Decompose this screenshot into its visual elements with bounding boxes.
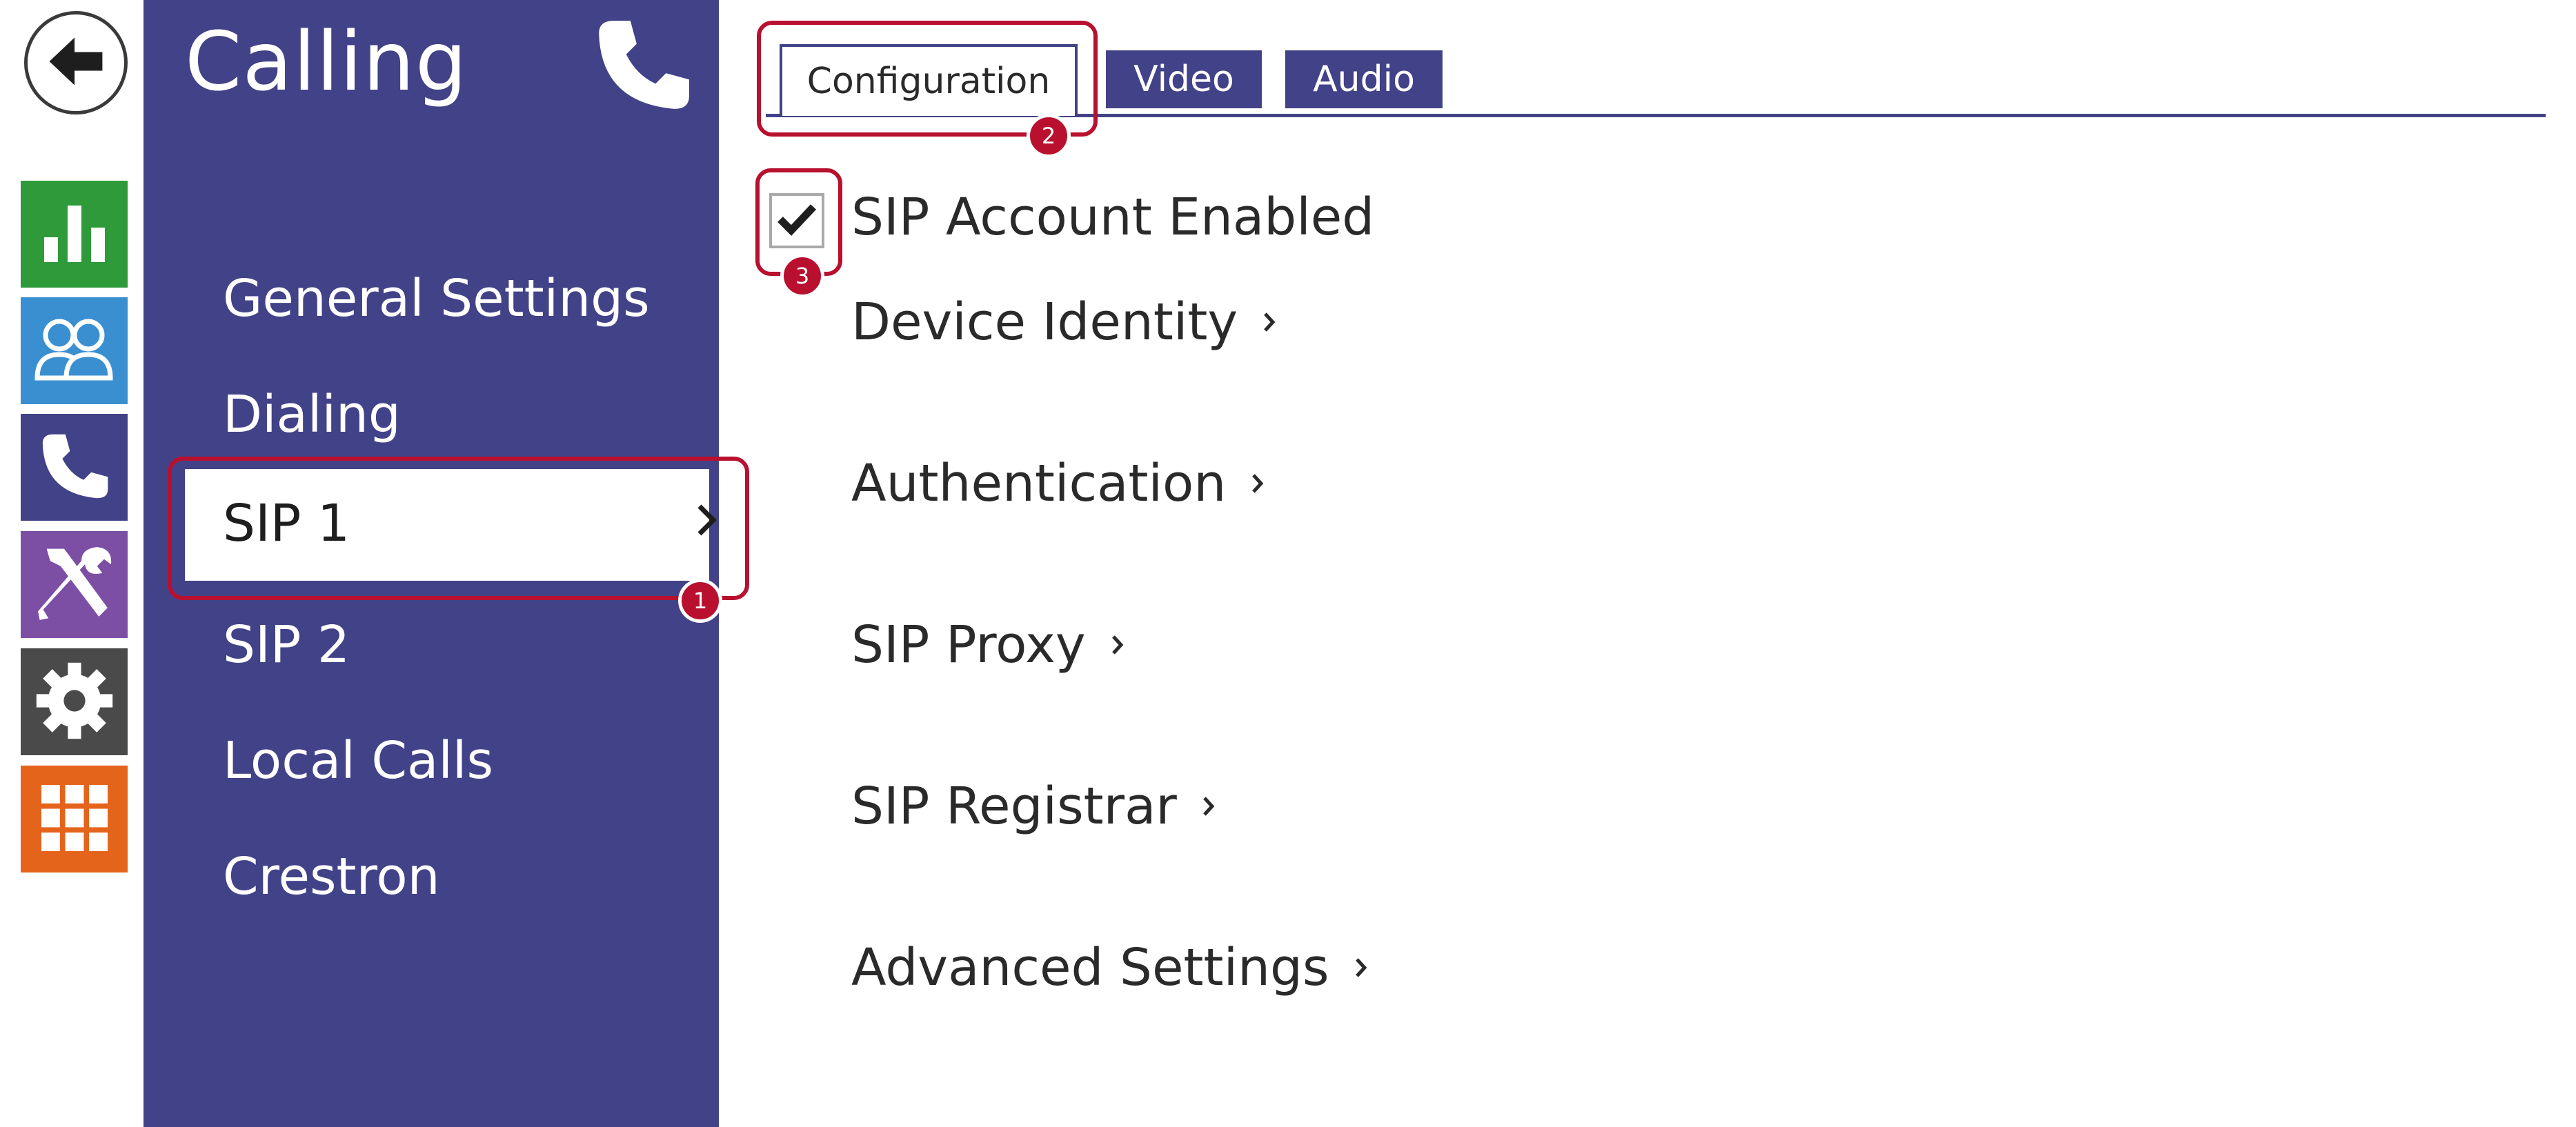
sidebar-item-label: SIP 1 bbox=[223, 494, 350, 553]
chevron-right-icon bbox=[1202, 795, 1216, 817]
bar-chart-icon bbox=[40, 199, 109, 270]
chevron-right-icon bbox=[1111, 634, 1124, 656]
section-label: SIP Registrar bbox=[851, 777, 1177, 836]
annotation-badge: 2 bbox=[1027, 114, 1071, 158]
sidebar-item-crestron[interactable]: Crestron bbox=[223, 847, 440, 906]
chevron-right-icon bbox=[1354, 957, 1368, 979]
phone-icon bbox=[591, 12, 695, 117]
chevron-right-icon bbox=[1262, 311, 1276, 333]
sip-account-enabled-label: SIP Account Enabled bbox=[851, 188, 1375, 247]
section-authentication[interactable]: Authentication bbox=[851, 454, 1265, 513]
annotation-badge: 1 bbox=[678, 579, 722, 623]
sidebar: Calling General Settings Dialing SIP 1 S… bbox=[143, 0, 719, 1127]
section-label: Advanced Settings bbox=[851, 938, 1329, 997]
rail-item-services[interactable] bbox=[21, 531, 128, 638]
sip-account-enabled-checkbox[interactable] bbox=[769, 193, 824, 248]
annotation-badge: 3 bbox=[780, 254, 824, 298]
rail-item-status[interactable] bbox=[21, 181, 128, 288]
gear-icon bbox=[33, 659, 116, 745]
section-label: Authentication bbox=[851, 454, 1227, 513]
sidebar-item-sip-1[interactable]: SIP 1 bbox=[185, 469, 717, 581]
section-advanced-settings[interactable]: Advanced Settings bbox=[851, 938, 1368, 997]
chevron-right-icon bbox=[695, 502, 719, 541]
rail-item-hardware[interactable] bbox=[21, 648, 128, 755]
section-label: Device Identity bbox=[851, 292, 1238, 352]
sidebar-item-local-calls[interactable]: Local Calls bbox=[223, 731, 493, 790]
sidebar-item-sip-2[interactable]: SIP 2 bbox=[223, 615, 350, 675]
checkmark-icon bbox=[776, 201, 818, 240]
phone-icon bbox=[37, 428, 112, 507]
tab-configuration[interactable]: Configuration bbox=[780, 44, 1078, 116]
sidebar-item-dialing[interactable]: Dialing bbox=[223, 385, 401, 444]
tools-icon bbox=[31, 540, 118, 630]
rail-item-calling[interactable] bbox=[21, 414, 128, 521]
arrow-left-icon bbox=[43, 28, 109, 97]
section-sip-proxy[interactable]: SIP Proxy bbox=[851, 615, 1124, 675]
rail-item-system[interactable] bbox=[21, 766, 128, 872]
sidebar-title: Calling bbox=[185, 14, 468, 109]
back-button[interactable] bbox=[24, 11, 128, 114]
users-icon bbox=[33, 312, 116, 390]
tab-audio[interactable]: Audio bbox=[1285, 50, 1443, 108]
rail-item-directory[interactable] bbox=[21, 297, 128, 404]
section-sip-registrar[interactable]: SIP Registrar bbox=[851, 777, 1216, 836]
tab-video[interactable]: Video bbox=[1106, 50, 1262, 108]
section-label: SIP Proxy bbox=[851, 615, 1086, 675]
chevron-right-icon bbox=[1251, 472, 1265, 495]
sidebar-item-general-settings[interactable]: General Settings bbox=[223, 269, 650, 328]
section-device-identity[interactable]: Device Identity bbox=[851, 292, 1276, 352]
grid-icon bbox=[41, 784, 108, 854]
